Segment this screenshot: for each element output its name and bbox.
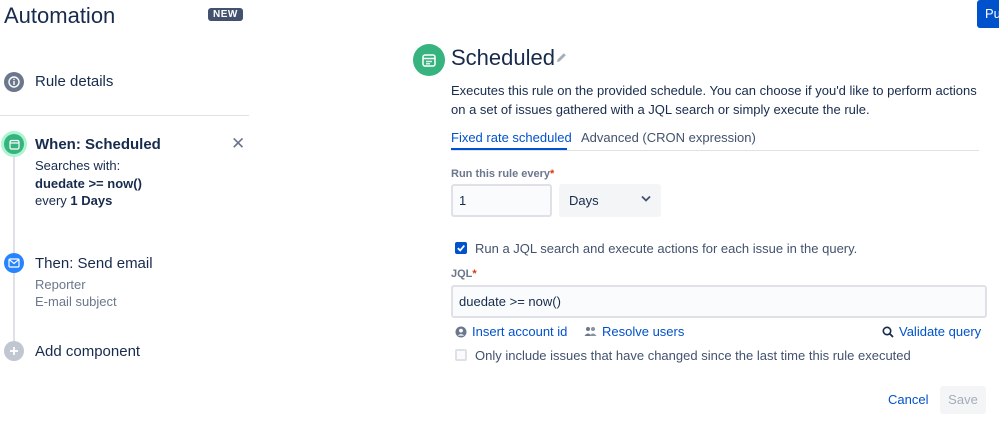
jql-search-checkbox[interactable] bbox=[455, 242, 467, 254]
app-title: Automation bbox=[4, 3, 116, 28]
tab-advanced-cron[interactable]: Advanced (CRON expression) bbox=[581, 130, 756, 145]
run-every-label: Run this rule every* bbox=[451, 168, 555, 180]
add-component-link[interactable]: Add component bbox=[35, 343, 140, 360]
only-changed-checkbox[interactable] bbox=[455, 349, 467, 361]
pencil-icon[interactable] bbox=[555, 51, 568, 69]
trigger-frequency: every 1 Days bbox=[35, 193, 113, 208]
action-subject: E-mail subject bbox=[35, 294, 117, 309]
new-badge: NEW bbox=[208, 8, 243, 21]
trigger-title[interactable]: When: Scheduled bbox=[35, 136, 161, 153]
resolve-users-link[interactable]: Resolve users bbox=[584, 324, 684, 339]
publish-button[interactable]: Publish rule bbox=[977, 0, 999, 28]
insert-account-id-link[interactable]: Insert account id bbox=[455, 324, 567, 339]
email-icon bbox=[4, 253, 24, 273]
active-tab-indicator bbox=[451, 148, 567, 150]
jql-label: JQL* bbox=[451, 268, 477, 280]
trigger-jql: duedate >= now() bbox=[35, 176, 142, 191]
validate-query-link[interactable]: Validate query bbox=[882, 324, 981, 339]
jql-input[interactable]: duedate >= now() bbox=[451, 285, 987, 318]
component-timeline bbox=[13, 145, 15, 355]
close-icon[interactable]: ✕ bbox=[231, 134, 245, 154]
plus-icon[interactable] bbox=[4, 341, 24, 361]
tab-fixed-rate[interactable]: Fixed rate scheduled bbox=[451, 130, 572, 145]
panel-description: Executes this rule on the provided sched… bbox=[451, 83, 977, 117]
action-title[interactable]: Then: Send email bbox=[35, 255, 153, 272]
trigger-searches-label: Searches with: bbox=[35, 158, 121, 173]
people-icon bbox=[584, 327, 597, 336]
cancel-button[interactable]: Cancel bbox=[880, 386, 936, 414]
interval-unit-value: Days bbox=[569, 193, 599, 208]
interval-unit-select[interactable]: Days bbox=[559, 184, 661, 217]
run-every-input[interactable]: 1 bbox=[451, 184, 552, 217]
user-icon bbox=[455, 326, 467, 337]
sidebar-divider bbox=[0, 115, 249, 116]
action-recipient: Reporter bbox=[35, 277, 86, 292]
search-icon bbox=[882, 325, 894, 338]
rule-details-link[interactable]: Rule details bbox=[35, 73, 113, 90]
save-button[interactable]: Save bbox=[940, 386, 986, 414]
calendar-icon bbox=[413, 44, 445, 76]
only-changed-checkbox-label[interactable]: Only include issues that have changed si… bbox=[475, 348, 911, 363]
panel-title: Scheduled bbox=[451, 45, 555, 70]
info-icon bbox=[4, 72, 24, 92]
jql-search-checkbox-label[interactable]: Run a JQL search and execute actions for… bbox=[475, 241, 857, 256]
tabs-divider bbox=[451, 150, 979, 151]
chevron-down-icon bbox=[641, 195, 651, 202]
calendar-icon bbox=[4, 134, 24, 154]
